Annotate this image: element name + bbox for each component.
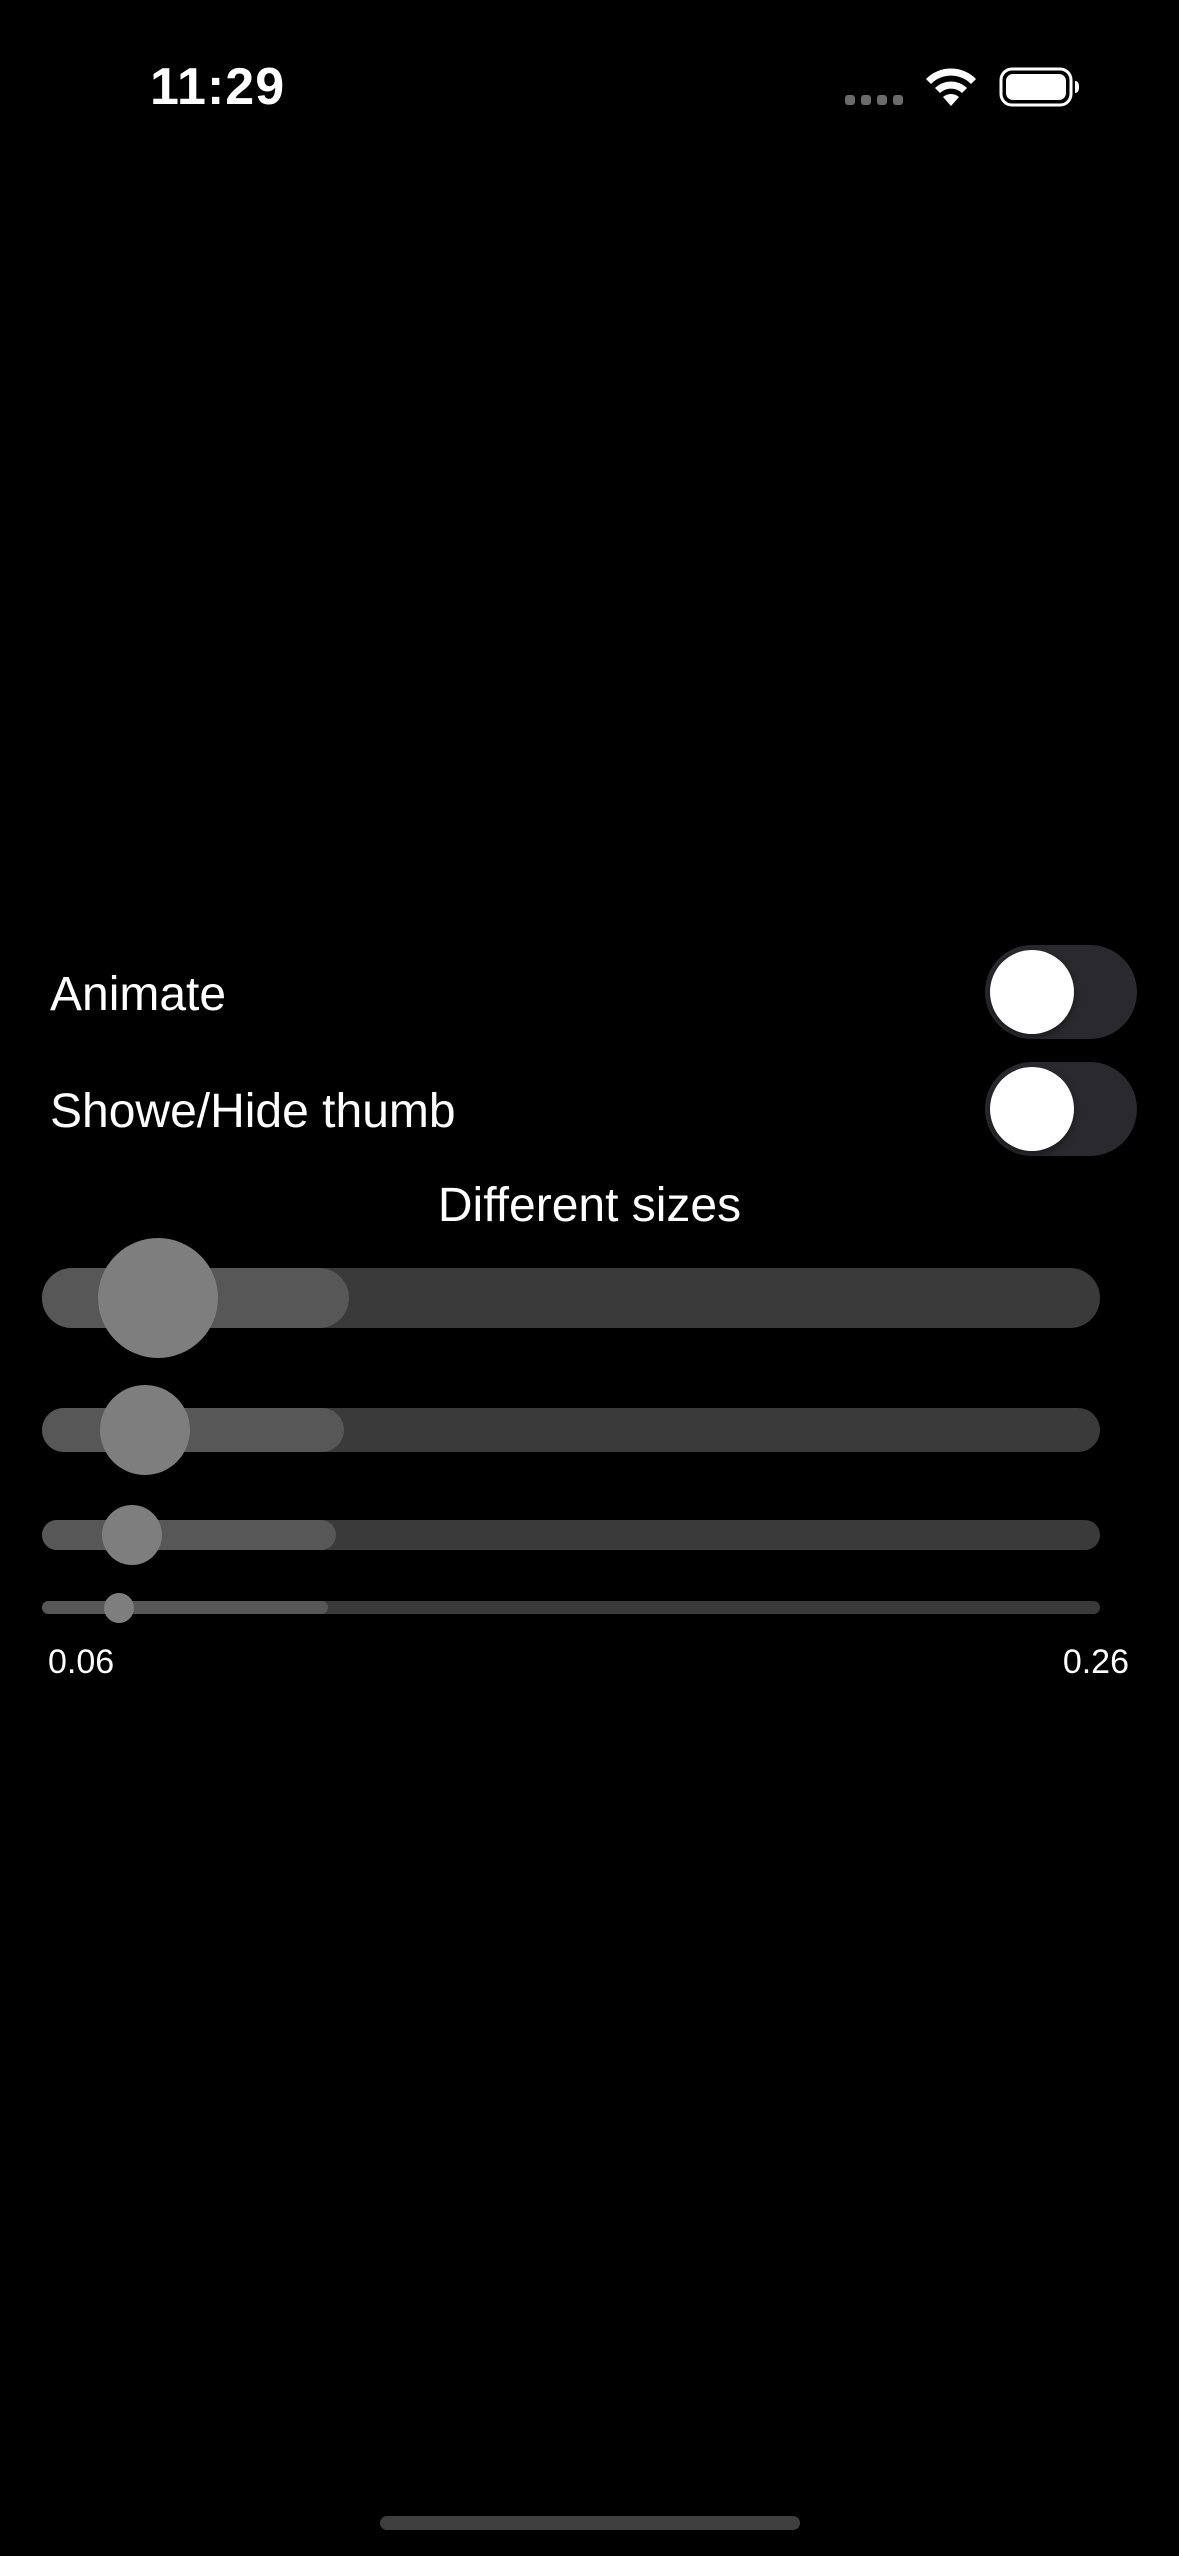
slider-small[interactable] [42,1505,1100,1565]
show-hide-thumb-label: Showe/Hide thumb [50,1085,456,1138]
slider-thumb[interactable] [103,1592,134,1623]
slider-tiny[interactable] [42,1592,1100,1623]
animate-toggle[interactable] [985,945,1137,1039]
battery-icon [999,67,1079,107]
slider-thumb[interactable] [98,1238,219,1358]
toggle-knob [990,1067,1074,1151]
show-hide-thumb-toggle[interactable] [985,1062,1137,1156]
home-indicator[interactable] [380,2516,800,2530]
slider-thumb[interactable] [101,1505,162,1565]
slider-fill [42,1601,328,1614]
slider-medium[interactable] [42,1385,1100,1475]
section-title: Different sizes [437,1179,742,1232]
wifi-icon [926,68,976,106]
show-hide-thumb-row: Showe/Hide thumb [0,1062,1179,1162]
cellular-signal-icon [845,95,905,107]
slider-thumb[interactable] [100,1385,191,1475]
min-value-label: 0.06 [48,1643,115,1681]
animate-label: Animate [50,968,227,1021]
status-time: 11:29 [150,58,286,116]
max-value-label: 0.26 [1062,1643,1129,1681]
slider-fill [42,1520,337,1550]
slider-fill [42,1408,344,1452]
slider-large[interactable] [42,1237,1100,1358]
animate-row: Animate [0,945,1179,1045]
toggle-knob [990,950,1074,1034]
